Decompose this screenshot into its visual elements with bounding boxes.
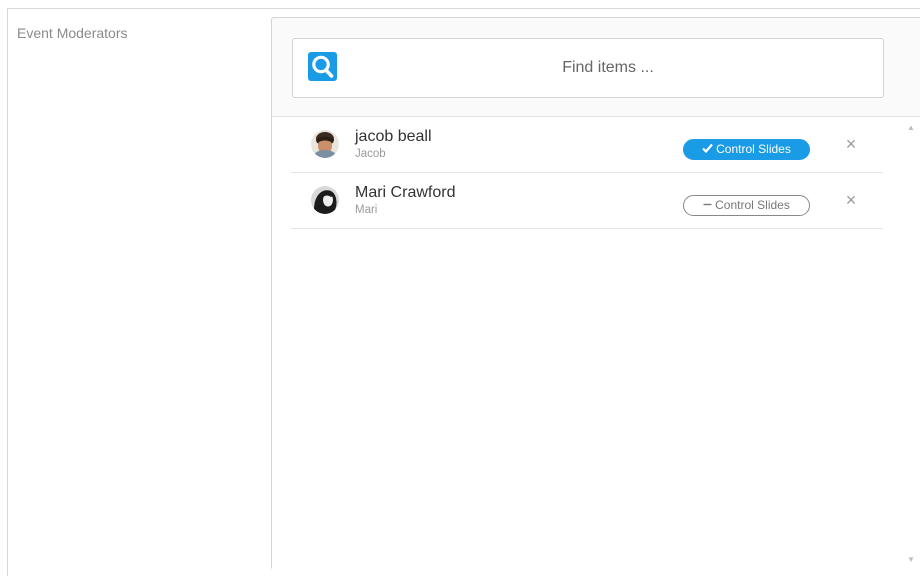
- scrollbar[interactable]: ▲ ▼: [902, 117, 920, 571]
- moderator-picker: jacob beall Jacob Control Slides ×: [271, 17, 920, 570]
- control-slides-toggle[interactable]: Control Slides: [683, 195, 810, 216]
- user-username: Mari: [355, 204, 378, 216]
- control-slides-toggle[interactable]: Control Slides: [683, 139, 810, 160]
- moderator-list: jacob beall Jacob Control Slides × Mari …: [272, 116, 920, 570]
- control-slides-label: Control Slides: [716, 142, 791, 156]
- check-icon: [702, 140, 713, 159]
- search-button[interactable]: [308, 52, 337, 81]
- user-username: Jacob: [355, 148, 386, 160]
- close-icon: ×: [845, 134, 857, 154]
- scroll-down-arrow-icon[interactable]: ▼: [906, 555, 916, 565]
- form-left-border: [7, 8, 8, 576]
- remove-button[interactable]: ×: [842, 191, 860, 209]
- control-slides-label: Control Slides: [715, 198, 790, 212]
- remove-button[interactable]: ×: [842, 135, 860, 153]
- list-item[interactable]: jacob beall Jacob Control Slides ×: [291, 117, 883, 173]
- scroll-up-arrow-icon[interactable]: ▲: [906, 123, 916, 133]
- form-top-border: [7, 8, 920, 9]
- search-box: [292, 38, 884, 98]
- avatar: [311, 130, 339, 158]
- user-name: Mari Crawford: [355, 184, 456, 201]
- field-label: Event Moderators: [17, 25, 128, 41]
- list-item[interactable]: Mari Crawford Mari Control Slides ×: [291, 173, 883, 229]
- minus-icon: [703, 196, 712, 215]
- search-input[interactable]: [353, 51, 863, 85]
- search-icon: [312, 55, 334, 78]
- user-name: jacob beall: [355, 128, 432, 145]
- avatar: [311, 186, 339, 214]
- close-icon: ×: [845, 190, 857, 210]
